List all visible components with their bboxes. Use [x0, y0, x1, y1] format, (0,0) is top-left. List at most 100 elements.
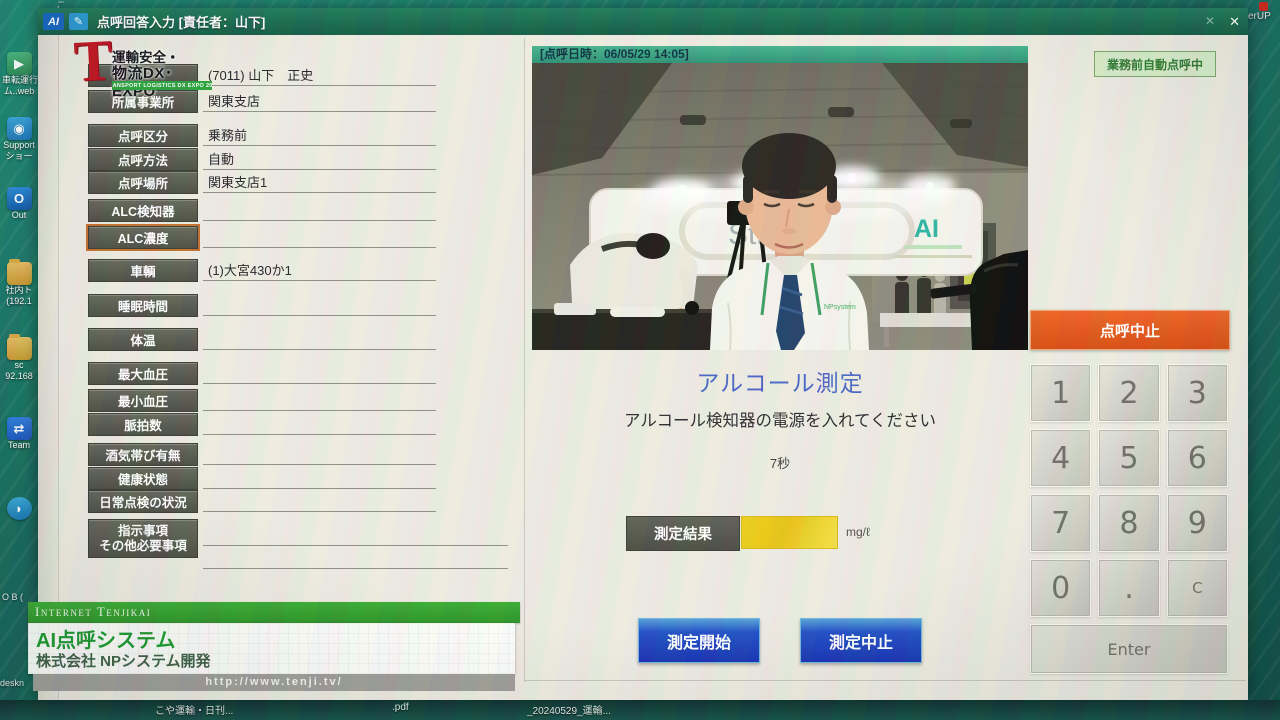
field-value-vehicle[interactable]: (1)大宮430か1	[203, 260, 436, 281]
field-label-drunk: 酒気帯び有無	[88, 443, 198, 466]
folder-icon	[7, 337, 32, 360]
banner-company: 株式会社 NPシステム開発	[36, 650, 211, 671]
field-label-health: 健康状態	[88, 467, 198, 490]
field-value-alc-density[interactable]	[203, 227, 436, 248]
keypad-7[interactable]: 7	[1030, 494, 1091, 552]
expo-logo-t: T	[73, 37, 114, 85]
field-label-alc-detector: ALC検知器	[88, 199, 198, 222]
field-value-driver[interactable]: (7011) 山下 正史	[203, 65, 436, 86]
field-value-office[interactable]: 関東支店	[203, 91, 436, 112]
field-label-method: 点呼方法	[88, 148, 198, 171]
field-value-bp-min[interactable]	[203, 390, 436, 411]
field-value-category[interactable]: 乗務前	[203, 125, 436, 146]
keypad-clear[interactable]: C	[1167, 559, 1228, 617]
titlebar[interactable]: AI ✎ 点呼回答入力 [責任者：山下] ✕ ✕	[38, 8, 1248, 35]
desktop-icon-chat[interactable]: ◗	[2, 497, 36, 520]
measurement-title: アルコール測定	[532, 364, 1028, 398]
desktop-icon-app[interactable]: ▶ 車転運行 ム..web	[2, 52, 36, 97]
expo-logo: T 運輸安全・ 物流DX･EXPO TRANSPORT LOGISTICS DX…	[74, 38, 214, 100]
field-value-method[interactable]: 自動	[203, 149, 436, 170]
outlook-icon: O	[7, 187, 32, 210]
camera-feed: Stre AI	[532, 63, 1028, 350]
desktop-icon-teamviewer[interactable]: ⇄ Team	[2, 417, 36, 451]
camera-panel: [点呼日時：06/05/29 14:05]	[532, 46, 1028, 350]
keypad-0[interactable]: 0	[1030, 559, 1091, 617]
keypad-9[interactable]: 9	[1167, 494, 1228, 552]
field-label-category: 点呼区分	[88, 124, 198, 147]
desktop-label-ob: O B (	[2, 592, 23, 602]
field-value-temperature[interactable]	[203, 329, 436, 350]
field-label-alc-density: ALC濃度	[88, 226, 198, 249]
svg-text:NPsystem: NPsystem	[824, 304, 856, 311]
banner-kicker: Internet Tenjikai	[28, 602, 520, 623]
keypad-5[interactable]: 5	[1098, 429, 1159, 487]
measurement-stop-button[interactable]: 測定中止	[800, 618, 922, 663]
desktop-bottom-strip: こや運輸・日刊... .pdf _20240529_運輸...	[0, 700, 1280, 720]
desktop-label-deskn: deskn	[0, 678, 24, 688]
field-label-temperature: 体温	[88, 328, 198, 351]
measurement-start-button[interactable]: 測定開始	[638, 618, 760, 663]
field-label-instructions: 指示事項 その他必要事項	[88, 519, 198, 558]
field-value-instructions-2[interactable]	[203, 548, 508, 569]
keypad-6[interactable]: 6	[1167, 429, 1228, 487]
app-icon: ▶	[7, 52, 32, 75]
roll-call-timestamp: [点呼日時：06/05/29 14:05]	[532, 46, 1028, 63]
field-value-bp-max[interactable]	[203, 363, 436, 384]
panel-divider	[524, 38, 525, 682]
field-label-place: 点呼場所	[88, 171, 198, 194]
keypad-4[interactable]: 4	[1030, 429, 1091, 487]
field-value-daily-check[interactable]	[203, 491, 436, 512]
field-label-bp-min: 最小血圧	[88, 389, 198, 412]
chat-icon: ◗	[7, 497, 32, 520]
field-label-bp-max: 最大血圧	[88, 362, 198, 385]
measurement-unit: mg/ℓ	[846, 525, 870, 539]
field-value-alc-detector[interactable]	[203, 200, 436, 221]
banner-title: AI点呼システム	[36, 624, 175, 653]
teamviewer-icon: ⇄	[7, 417, 32, 440]
field-label-sleep: 睡眠時間	[88, 294, 198, 317]
banner-url: http://www.tenji.tv/	[33, 674, 515, 691]
measurement-instruction: アルコール検知器の電源を入れてください	[532, 407, 1028, 431]
roll-call-window: AI ✎ 点呼回答入力 [責任者：山下] ✕ ✕ (7011) 山下 正史 所属…	[38, 8, 1248, 700]
measurement-countdown: 7秒	[532, 453, 1028, 472]
field-value-place[interactable]: 関東支店1	[203, 172, 436, 193]
desktop-file-label[interactable]: .pdf	[392, 702, 409, 713]
keypad-8[interactable]: 8	[1098, 494, 1159, 552]
measurement-result-value	[741, 516, 838, 549]
window-title: 点呼回答入力 [責任者：山下]	[97, 12, 265, 31]
window-minimize-icon[interactable]: ✕	[1205, 14, 1215, 30]
keypad-dot[interactable]: .	[1098, 559, 1159, 617]
desktop-file-label[interactable]: _20240529_運輸...	[527, 702, 611, 717]
keypad-3[interactable]: 3	[1167, 364, 1228, 422]
field-label-pulse: 脈拍数	[88, 413, 198, 436]
desktop-icon-support[interactable]: ◉ Support ショー	[2, 117, 36, 162]
desktop-label-top-right: erUP	[1248, 11, 1271, 22]
field-value-sleep[interactable]	[203, 295, 436, 316]
field-value-health[interactable]	[203, 468, 436, 489]
desktop-icon-folder-1[interactable]: 社内ト (192.1	[2, 262, 36, 307]
numeric-keypad: 1 2 3 4 5 6 7 8 9 0 . C Enter	[1030, 364, 1228, 674]
headset-icon: ◉	[7, 117, 32, 140]
desktop-file-label[interactable]: こや運輸・日刊...	[155, 702, 233, 717]
folder-icon	[7, 262, 32, 285]
window-close-icon[interactable]: ✕	[1229, 14, 1240, 30]
field-value-drunk[interactable]	[203, 444, 436, 465]
field-label-vehicle: 車輌	[88, 259, 198, 282]
desktop-icon-outlook[interactable]: O Out	[2, 187, 36, 221]
svg-text:AI: AI	[914, 215, 939, 243]
field-value-pulse[interactable]	[203, 414, 436, 435]
keypad-2[interactable]: 2	[1098, 364, 1159, 422]
roll-call-stop-button[interactable]: 点呼中止	[1030, 310, 1230, 350]
status-badge: 業務前自動点呼中	[1094, 51, 1216, 77]
field-value-instructions-1[interactable]	[203, 525, 508, 546]
banner-panel: AI点呼システム 株式会社 NPシステム開発	[28, 623, 515, 674]
keypad-1[interactable]: 1	[1030, 364, 1091, 422]
desktop-app-icon[interactable]	[1259, 2, 1268, 11]
panel-bottom-border	[524, 680, 1246, 681]
field-label-daily-check: 日常点検の状況	[88, 490, 198, 513]
keypad-enter[interactable]: Enter	[1030, 624, 1228, 674]
ai-app-icon: AI	[43, 13, 64, 30]
measurement-result-label: 測定結果	[626, 516, 740, 551]
desktop-icon-folder-2[interactable]: sc 92.168	[2, 337, 36, 382]
window-left-frame	[38, 35, 59, 700]
